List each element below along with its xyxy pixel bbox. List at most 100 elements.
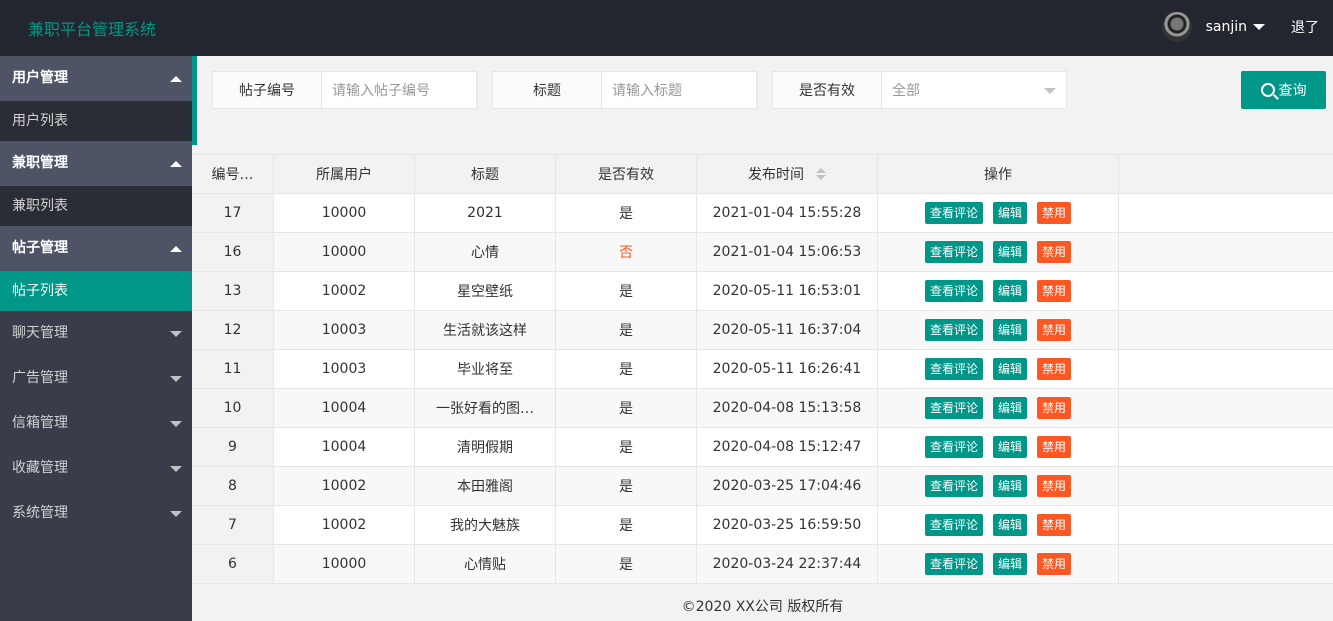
header-id[interactable]: 编号… [192, 155, 274, 193]
sidebar-group-label: 用户管理 [12, 70, 68, 86]
cell-id: 10 [192, 389, 274, 427]
ban-button[interactable]: 禁用 [1037, 319, 1072, 341]
ban-button[interactable]: 禁用 [1037, 202, 1072, 224]
edit-button[interactable]: 编辑 [992, 475, 1027, 497]
sort-icon[interactable] [816, 168, 826, 180]
sidebar-item-job-list[interactable]: 兼职列表 [0, 186, 192, 226]
view-comments-button[interactable]: 查看评论 [924, 319, 983, 341]
post-id-input[interactable]: 请输入帖子编号 [322, 72, 476, 108]
ban-button[interactable]: 禁用 [1037, 514, 1072, 536]
cell-filler [1119, 311, 1333, 349]
sidebar-group-favorites[interactable]: 收藏管理 [0, 446, 192, 491]
query-button-label: 查询 [1278, 83, 1307, 99]
sidebar-group-ads[interactable]: 广告管理 [0, 356, 192, 401]
edit-button[interactable]: 编辑 [992, 358, 1027, 380]
edit-button[interactable]: 编辑 [992, 241, 1027, 263]
view-comments-button[interactable]: 查看评论 [924, 241, 983, 263]
cell-filler [1119, 389, 1333, 427]
cell-user: 10000 [274, 545, 415, 583]
ban-button[interactable]: 禁用 [1037, 358, 1072, 380]
view-comments-button[interactable]: 查看评论 [924, 397, 983, 419]
cell-user: 10003 [274, 311, 415, 349]
top-header: 兼职平台管理系统 sanjin 退了 [0, 0, 1333, 56]
sidebar-group-label: 广告管理 [12, 370, 68, 386]
chevron-down-icon[interactable] [1253, 24, 1265, 30]
cell-user: 10000 [274, 194, 415, 232]
sidebar-item-post-list[interactable]: 帖子列表 [0, 271, 192, 311]
view-comments-button[interactable]: 查看评论 [924, 358, 983, 380]
cell-user: 10002 [274, 467, 415, 505]
cell-valid: 是 [556, 545, 697, 583]
table-body: 17 10000 2021 是 2021-01-04 15:55:28 查看评论 编辑 禁用 1… [192, 194, 1333, 584]
ban-button[interactable]: 禁用 [1037, 553, 1072, 575]
title-field: 标题 请输入标题 [492, 71, 757, 109]
ban-button[interactable]: 禁用 [1037, 475, 1072, 497]
cell-filler [1119, 506, 1333, 544]
cell-title: 星空壁纸 [415, 272, 556, 310]
cell-user: 10003 [274, 350, 415, 388]
chevron-down-icon [1044, 88, 1056, 94]
header-user: 所属用户 [274, 155, 415, 193]
cell-id: 7 [192, 506, 274, 544]
cell-time: 2020-03-25 16:59:50 [697, 506, 878, 544]
cell-id: 9 [192, 428, 274, 466]
edit-button[interactable]: 编辑 [992, 319, 1027, 341]
header-time[interactable]: 发布时间 [697, 155, 878, 193]
view-comments-button[interactable]: 查看评论 [924, 436, 983, 458]
ban-button[interactable]: 禁用 [1037, 436, 1072, 458]
edit-button[interactable]: 编辑 [992, 397, 1027, 419]
cell-filler [1119, 194, 1333, 232]
cell-time: 2020-05-11 16:53:01 [697, 272, 878, 310]
sidebar-item-user-list[interactable]: 用户列表 [0, 101, 192, 141]
table-header: 编号… 所属用户 标题 是否有效 发布时间 操作 [192, 155, 1333, 194]
user-menu[interactable]: sanjin [1161, 12, 1265, 42]
table-row: 11 10003 毕业将至是 2020-05-11 16:26:41 查看评论 编辑 禁用 [192, 350, 1333, 389]
view-comments-button[interactable]: 查看评论 [924, 280, 983, 302]
sidebar-group-jobs[interactable]: 兼职管理 [0, 141, 192, 186]
cell-valid: 是 [556, 272, 697, 310]
valid-select[interactable]: 全部 [882, 72, 1066, 108]
sidebar-group-system[interactable]: 系统管理 [0, 491, 192, 536]
chevron-down-icon [170, 421, 182, 427]
query-button[interactable]: 查询 [1241, 71, 1326, 109]
cell-time: 2020-04-08 15:13:58 [697, 389, 878, 427]
chevron-up-icon [170, 161, 182, 167]
cell-actions: 查看评论 编辑 禁用 [878, 545, 1119, 583]
footer-copyright: ©2020 XX公司 版权所有 [681, 599, 844, 615]
cell-time: 2020-03-25 17:04:46 [697, 467, 878, 505]
ban-button[interactable]: 禁用 [1037, 241, 1072, 263]
cell-actions: 查看评论 编辑 禁用 [878, 467, 1119, 505]
username[interactable]: sanjin [1206, 19, 1247, 35]
cell-time: 2021-01-04 15:06:53 [697, 233, 878, 271]
sidebar-group-chat[interactable]: 聊天管理 [0, 311, 192, 356]
sidebar-group-label: 聊天管理 [12, 325, 68, 341]
cell-actions: 查看评论 编辑 禁用 [878, 311, 1119, 349]
view-comments-button[interactable]: 查看评论 [924, 475, 983, 497]
edit-button[interactable]: 编辑 [992, 280, 1027, 302]
cell-time: 2020-03-24 22:37:44 [697, 545, 878, 583]
chevron-up-icon [170, 76, 182, 82]
cell-user: 10000 [274, 233, 415, 271]
cell-title: 生活就该这样 [415, 311, 556, 349]
edit-button[interactable]: 编辑 [992, 514, 1027, 536]
cell-filler [1119, 350, 1333, 388]
edit-button[interactable]: 编辑 [992, 436, 1027, 458]
sidebar-group-mailbox[interactable]: 信箱管理 [0, 401, 192, 446]
view-comments-button[interactable]: 查看评论 [924, 514, 983, 536]
edit-button[interactable]: 编辑 [992, 202, 1027, 224]
sidebar-group-posts[interactable]: 帖子管理 [0, 226, 192, 271]
view-comments-button[interactable]: 查看评论 [924, 202, 983, 224]
cell-user: 10002 [274, 272, 415, 310]
ban-button[interactable]: 禁用 [1037, 397, 1072, 419]
ban-button[interactable]: 禁用 [1037, 280, 1072, 302]
view-comments-button[interactable]: 查看评论 [924, 553, 983, 575]
sidebar-group-users[interactable]: 用户管理 [0, 56, 192, 101]
logout-link[interactable]: 退了 [1291, 17, 1319, 37]
title-input[interactable]: 请输入标题 [602, 72, 756, 108]
edit-button[interactable]: 编辑 [992, 553, 1027, 575]
avatar[interactable] [1161, 12, 1192, 42]
table-row: 9 10004 清明假期是 2020-04-08 15:12:47 查看评论 编辑 禁用 [192, 428, 1333, 467]
cell-time: 2020-04-08 15:12:47 [697, 428, 878, 466]
valid-select-value: 全部 [892, 83, 920, 99]
cell-filler [1119, 467, 1333, 505]
